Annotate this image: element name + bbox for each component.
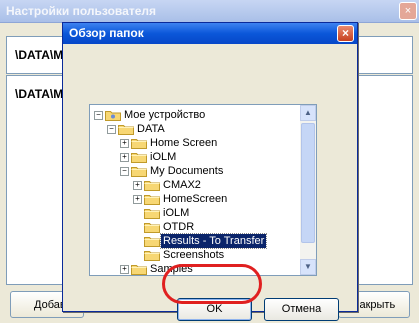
collapse-icon[interactable]: − bbox=[94, 111, 103, 120]
background-close-icon[interactable]: × bbox=[399, 2, 417, 20]
folder-tree[interactable]: − Мое устройство − DATA + Home Screen + iOLM − My… bbox=[89, 104, 317, 276]
tree-node-label: DATA bbox=[137, 123, 165, 135]
expand-icon[interactable]: + bbox=[120, 153, 129, 162]
tree-node-label: OTDR bbox=[163, 221, 195, 233]
tree-node-label: HomeScreen bbox=[163, 193, 228, 205]
tree-node[interactable]: − My Documents bbox=[90, 164, 300, 178]
folder-icon bbox=[131, 137, 147, 149]
tree-node-label: Home Screen bbox=[150, 137, 218, 149]
expand-icon[interactable]: + bbox=[133, 195, 142, 204]
tree-node[interactable]: + Samples bbox=[90, 262, 300, 275]
tree-node[interactable]: + HomeScreen bbox=[90, 192, 300, 206]
tree-node[interactable]: Screenshots bbox=[90, 248, 300, 262]
tree-scrollbar[interactable]: ▲ ▼ bbox=[300, 105, 316, 275]
tree-node[interactable]: Results - To Transfer bbox=[90, 233, 300, 249]
folder-icon bbox=[144, 179, 160, 191]
tree-node[interactable]: + CMAX2 bbox=[90, 178, 300, 192]
background-title-bar: Настройки пользователя × bbox=[0, 0, 419, 23]
folder-icon bbox=[131, 263, 147, 275]
folder-icon bbox=[118, 123, 134, 135]
collapse-icon[interactable]: − bbox=[120, 167, 129, 176]
folder-icon bbox=[144, 207, 160, 219]
scroll-up-icon[interactable]: ▲ bbox=[300, 105, 316, 121]
tree-node[interactable]: − Мое устройство bbox=[90, 108, 300, 122]
tree-node-label: iOLM bbox=[150, 151, 177, 163]
folder-icon bbox=[131, 151, 147, 163]
folder-icon bbox=[144, 249, 160, 261]
folder-icon bbox=[144, 193, 160, 205]
tree-node-label: iOLM bbox=[163, 207, 190, 219]
dialog-title-bar[interactable]: Обзор папок × bbox=[63, 23, 357, 44]
expand-icon[interactable]: + bbox=[120, 265, 129, 274]
cancel-button[interactable]: Отмена bbox=[264, 298, 339, 321]
browse-folders-dialog: Обзор папок × − Мое устройство − DATA + Home … bbox=[62, 22, 358, 321]
folder-icon bbox=[144, 235, 160, 247]
dialog-title: Обзор папок bbox=[69, 26, 144, 40]
dialog-body: − Мое устройство − DATA + Home Screen + iOLM − My… bbox=[66, 44, 354, 321]
tree-node-label: Мое устройство bbox=[124, 109, 206, 121]
folder-icon bbox=[144, 221, 160, 233]
tree-node[interactable]: + iOLM bbox=[90, 150, 300, 164]
scroll-down-icon[interactable]: ▼ bbox=[300, 259, 316, 275]
expand-icon[interactable]: + bbox=[133, 181, 142, 190]
scroll-thumb[interactable] bbox=[301, 123, 315, 243]
tree-node[interactable]: − DATA bbox=[90, 122, 300, 136]
background-window-title: Настройки пользователя bbox=[6, 4, 156, 18]
dialog-close-icon[interactable]: × bbox=[337, 25, 354, 42]
expand-icon[interactable]: + bbox=[120, 139, 129, 148]
tree-node-label: Screenshots bbox=[163, 249, 225, 261]
tree-node-label: Results - To Transfer bbox=[159, 233, 268, 249]
ok-button[interactable]: OK bbox=[177, 298, 252, 321]
tree-node-label: CMAX2 bbox=[163, 179, 201, 191]
tree-node[interactable]: iOLM bbox=[90, 206, 300, 220]
tree-node[interactable]: OTDR bbox=[90, 220, 300, 234]
tree-node[interactable]: + Home Screen bbox=[90, 136, 300, 150]
tree-node-label: Samples bbox=[150, 263, 193, 275]
tree-node-label: My Documents bbox=[150, 165, 224, 177]
collapse-icon[interactable]: − bbox=[107, 125, 116, 134]
folder-icon bbox=[131, 165, 147, 177]
device-icon bbox=[105, 109, 121, 121]
